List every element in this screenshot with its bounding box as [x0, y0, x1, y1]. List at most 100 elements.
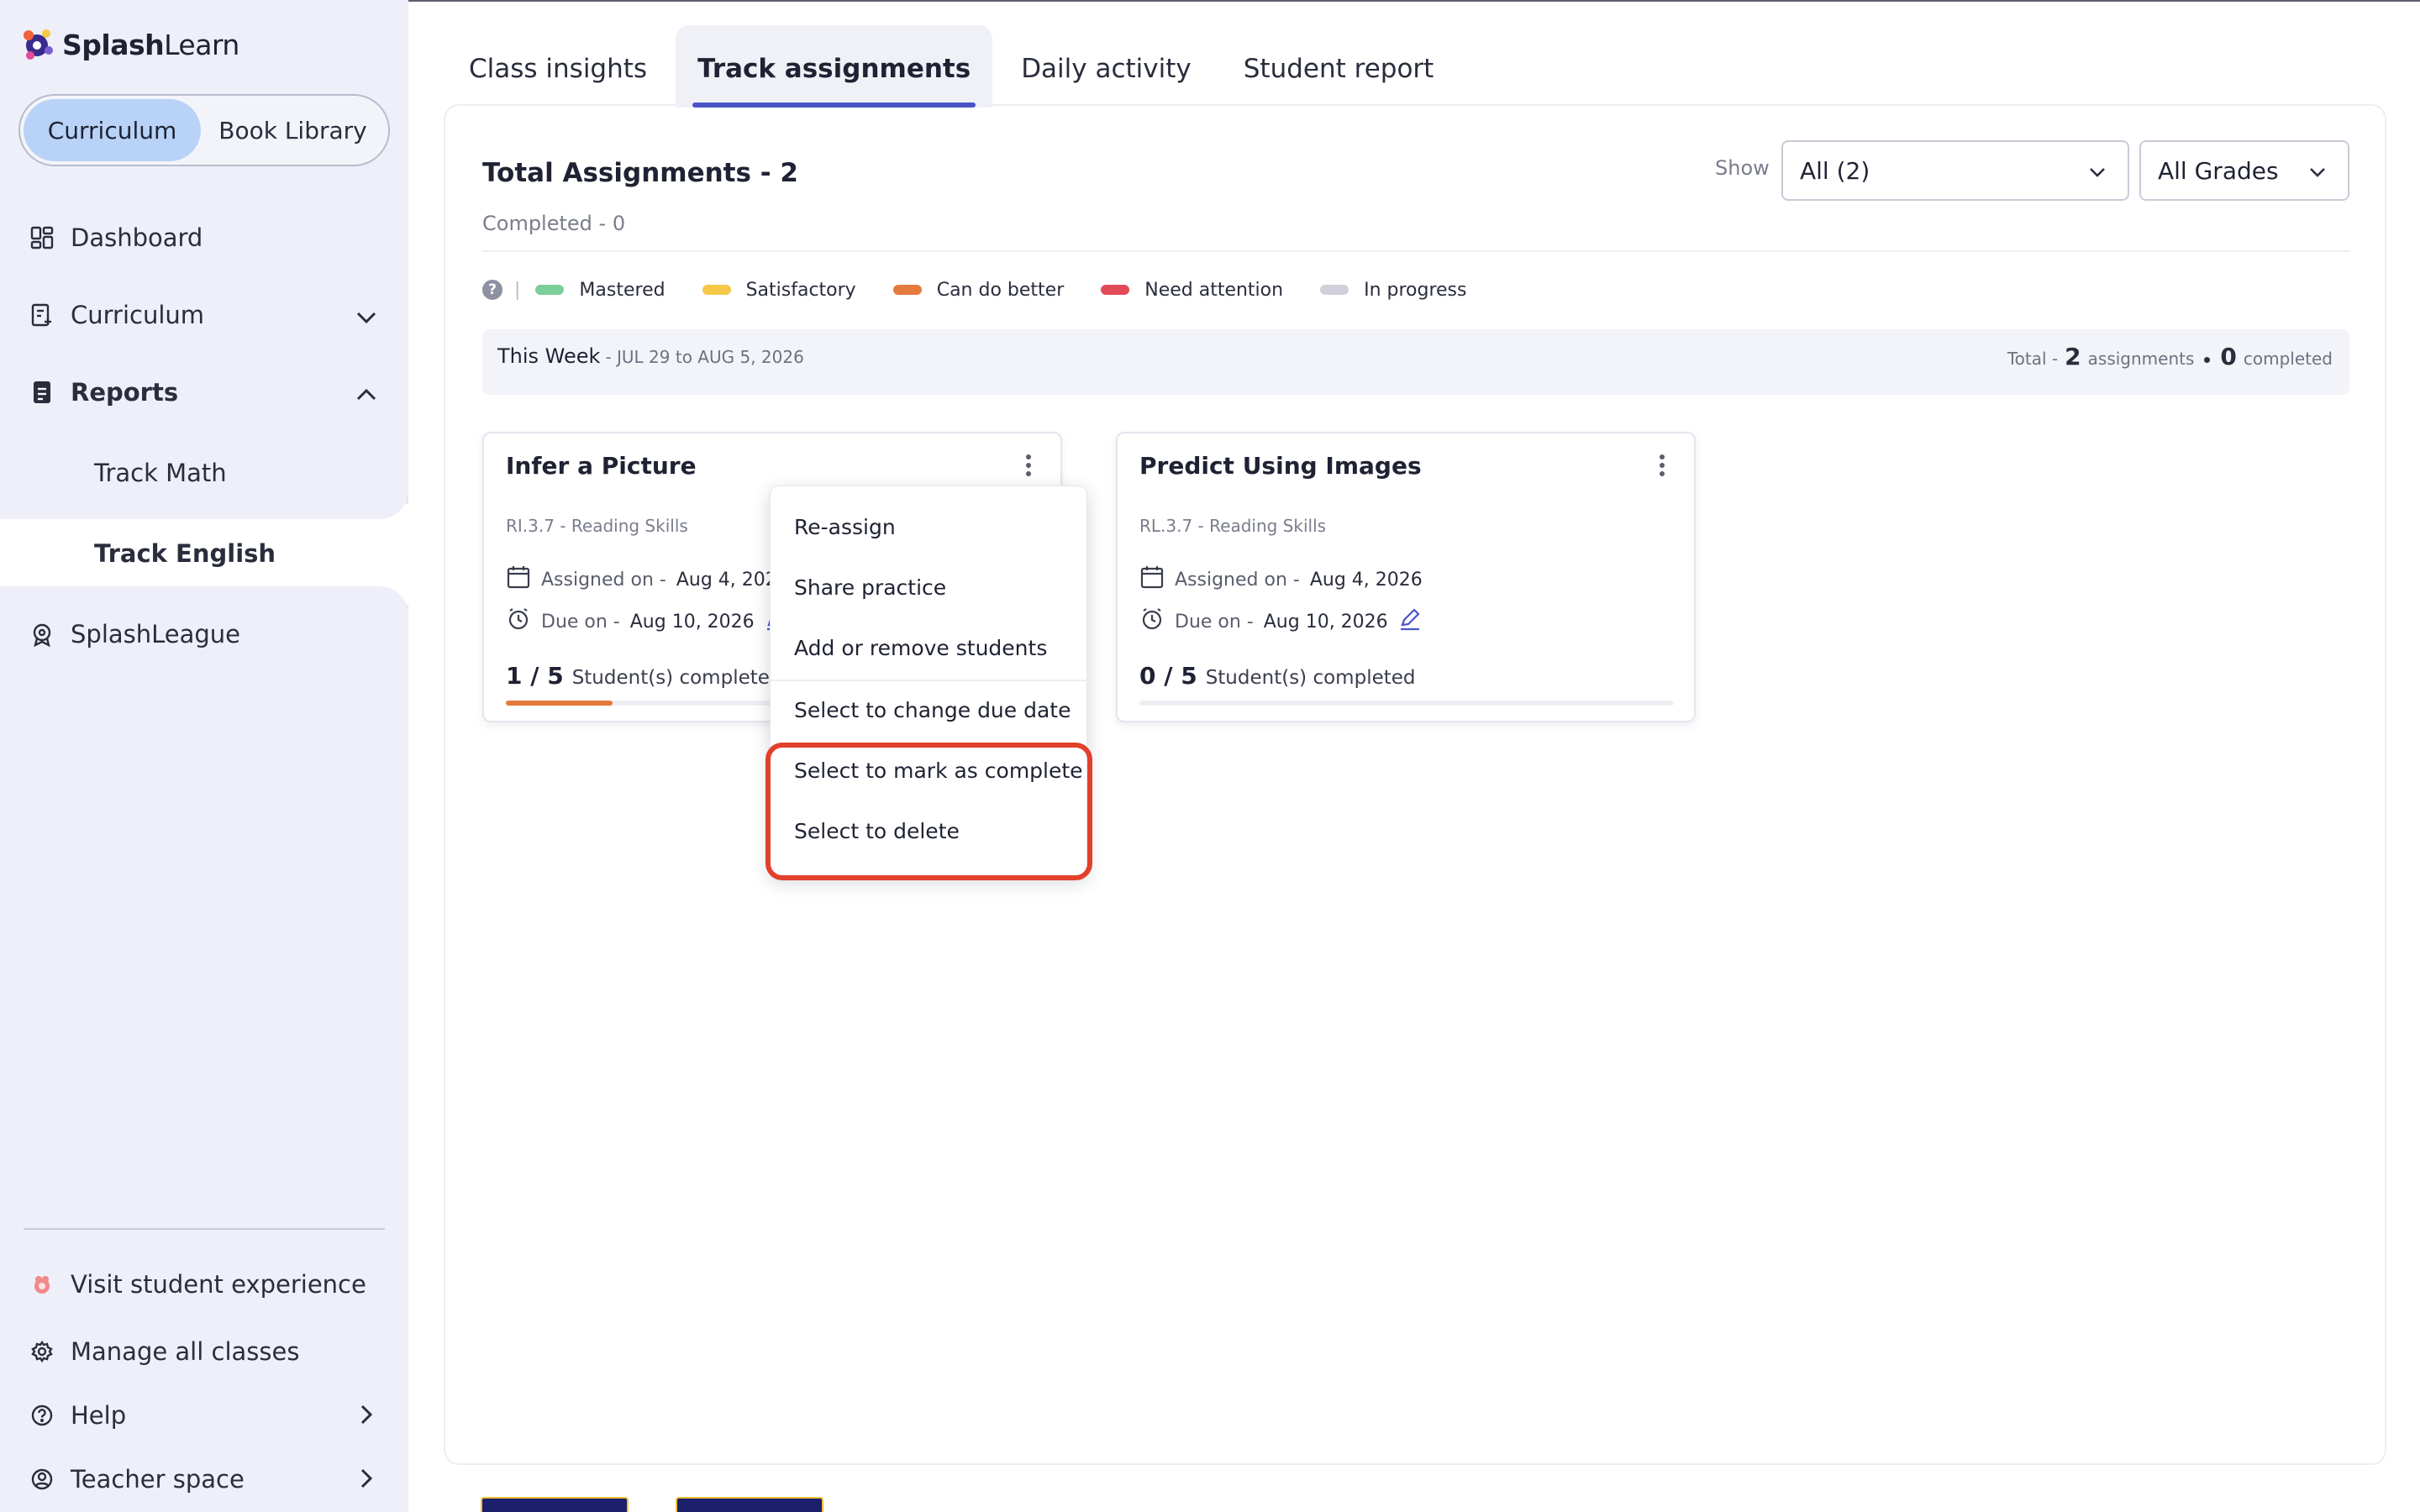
grade-filter-select[interactable]: All Grades: [2139, 140, 2349, 201]
curriculum-toggle-button[interactable]: Curriculum: [24, 99, 202, 161]
sidebar-subitem-track-english[interactable]: Track English: [76, 521, 410, 586]
menu-divider: [771, 680, 1088, 681]
completion-label: Student(s) completed: [1205, 667, 1416, 689]
chevron-right-icon[interactable]: [350, 1398, 383, 1431]
sidebar-item-label: Visit student experience: [71, 1270, 366, 1299]
gear-icon: [29, 1338, 55, 1365]
help-question-icon[interactable]: ?: [482, 280, 502, 300]
badge-image: [481, 1497, 629, 1512]
sidebar-item-label: Teacher space: [71, 1465, 245, 1494]
assigned-prefix: Assigned on -: [541, 569, 666, 591]
completed-count: Completed - 0: [482, 212, 626, 235]
help-icon: [29, 1402, 55, 1429]
curriculum-icon: [29, 302, 55, 328]
sidebar-subitem-track-math[interactable]: Track Math: [76, 440, 408, 506]
menu-item-share-practice[interactable]: Share practice: [794, 575, 946, 600]
sidebar-item-curriculum[interactable]: Curriculum: [29, 301, 204, 329]
tab-student-report[interactable]: Student report: [1242, 47, 1436, 108]
week-header: This Week - JUL 29 to AUG 5, 2026 Total -…: [482, 329, 2349, 395]
due-date: Aug 10, 2026: [629, 611, 755, 633]
splashleague-icon: [29, 621, 55, 648]
splashlearn-logo-icon: [18, 25, 57, 64]
sidebar-item-label: Help: [71, 1401, 127, 1430]
more-options-icon[interactable]: [1654, 452, 1670, 479]
chevron-right-icon[interactable]: [350, 1462, 383, 1495]
user-circle-icon: [29, 1466, 55, 1493]
tab-daily-activity[interactable]: Daily activity: [1019, 47, 1193, 108]
student-experience-icon: [29, 1271, 55, 1298]
assignment-title: Infer a Picture: [506, 452, 697, 480]
sidebar-item-label: Manage all classes: [71, 1337, 300, 1366]
report-tabs: Class insights Track assignments Daily a…: [467, 25, 1484, 108]
week-total-count: 2: [2065, 343, 2081, 370]
legend-label-can-do-better: Can do better: [936, 279, 1065, 301]
tab-class-insights[interactable]: Class insights: [467, 47, 649, 108]
brand-name-bold: Splash: [62, 28, 165, 61]
status-filter-select[interactable]: All (2): [1781, 140, 2129, 201]
legend-label-satisfactory: Satisfactory: [745, 279, 856, 301]
clock-icon: [1139, 606, 1165, 637]
need-attention-swatch: [1101, 285, 1130, 295]
book-library-toggle-button[interactable]: Book Library: [201, 99, 385, 161]
sidebar-item-reports[interactable]: Reports: [29, 378, 178, 407]
tab-track-assignments[interactable]: Track assignments: [676, 25, 993, 108]
main-panel: [444, 104, 2386, 1465]
assignment-title: Predict Using Images: [1139, 452, 1422, 480]
sidebar-item-dashboard[interactable]: Dashboard: [29, 223, 203, 252]
help-link[interactable]: Help: [29, 1401, 126, 1430]
assignment-skill: RL.3.7 - Reading Skills: [1139, 516, 1327, 536]
calendar-icon: [506, 564, 531, 595]
splashlearn-logo[interactable]: SplashLearn: [18, 25, 239, 64]
sidebar-divider: [24, 1228, 385, 1230]
sidebar-item-splashleague[interactable]: SplashLeague: [29, 620, 240, 648]
reports-icon: [29, 379, 55, 406]
legend: ? | Mastered Satisfactory Can do better …: [482, 277, 1503, 302]
badge-image: [676, 1497, 823, 1512]
week-range: - JUL 29 to AUG 5, 2026: [605, 347, 804, 367]
progress-fill: [506, 701, 613, 706]
week-totals: Total - 2 assignments 0 completed: [2007, 343, 2333, 370]
separator-dot: [2204, 357, 2211, 363]
chevron-down-icon[interactable]: [350, 301, 383, 334]
in-progress-swatch: [1320, 285, 1349, 295]
sidebar-item-label: Reports: [71, 378, 179, 407]
week-total-suffix: assignments: [2087, 349, 2195, 369]
brand-name-light: Learn: [164, 28, 239, 61]
legend-label-need-attention: Need attention: [1144, 279, 1284, 301]
due-prefix: Due on -: [541, 611, 620, 633]
due-prefix: Due on -: [1175, 611, 1254, 633]
chevron-down-icon: [2086, 160, 2109, 184]
highlight-annotation: [765, 743, 1092, 880]
legend-label-in-progress: In progress: [1364, 279, 1467, 301]
visit-student-experience-link[interactable]: Visit student experience: [29, 1270, 366, 1299]
due-date: Aug 10, 2026: [1263, 611, 1388, 633]
legend-separator: |: [514, 279, 521, 301]
completion-fraction: 0 / 5: [1139, 662, 1197, 690]
week-total-prefix: Total -: [2007, 349, 2059, 369]
show-label: Show: [1715, 156, 1770, 180]
more-options-icon[interactable]: [1020, 452, 1037, 479]
manage-all-classes-link[interactable]: Manage all classes: [29, 1337, 299, 1366]
chevron-up-icon[interactable]: [350, 378, 383, 412]
sidebar-item-label: Curriculum: [71, 301, 205, 329]
edit-pencil-icon[interactable]: [1398, 607, 1422, 636]
footer-badges: [481, 1497, 823, 1512]
total-assignments-title: Total Assignments - 2: [482, 158, 798, 188]
grade-filter-value: All Grades: [2158, 156, 2279, 185]
completion-fraction: 1 / 5: [506, 662, 564, 690]
week-completed-suffix: completed: [2243, 349, 2333, 369]
chevron-down-icon: [2306, 160, 2329, 184]
week-label: This Week: [497, 344, 601, 368]
status-filter-value: All (2): [1800, 156, 1870, 185]
teacher-space-link[interactable]: Teacher space: [29, 1465, 245, 1494]
sidebar-item-label: SplashLeague: [71, 620, 241, 648]
week-completed-count: 0: [2220, 343, 2237, 370]
assignment-skill: RI.3.7 - Reading Skills: [506, 516, 688, 536]
completion-label: Student(s) completed: [571, 667, 782, 689]
menu-item-add-remove-students[interactable]: Add or remove students: [794, 636, 1047, 660]
assignment-card[interactable]: Predict Using Images RL.3.7 - Reading Sk…: [1116, 432, 1696, 722]
sidebar-item-label: Dashboard: [71, 223, 203, 252]
menu-item-reassign[interactable]: Re-assign: [794, 515, 896, 539]
menu-item-change-due-date[interactable]: Select to change due date: [794, 698, 1071, 722]
satisfactory-swatch: [702, 285, 731, 295]
